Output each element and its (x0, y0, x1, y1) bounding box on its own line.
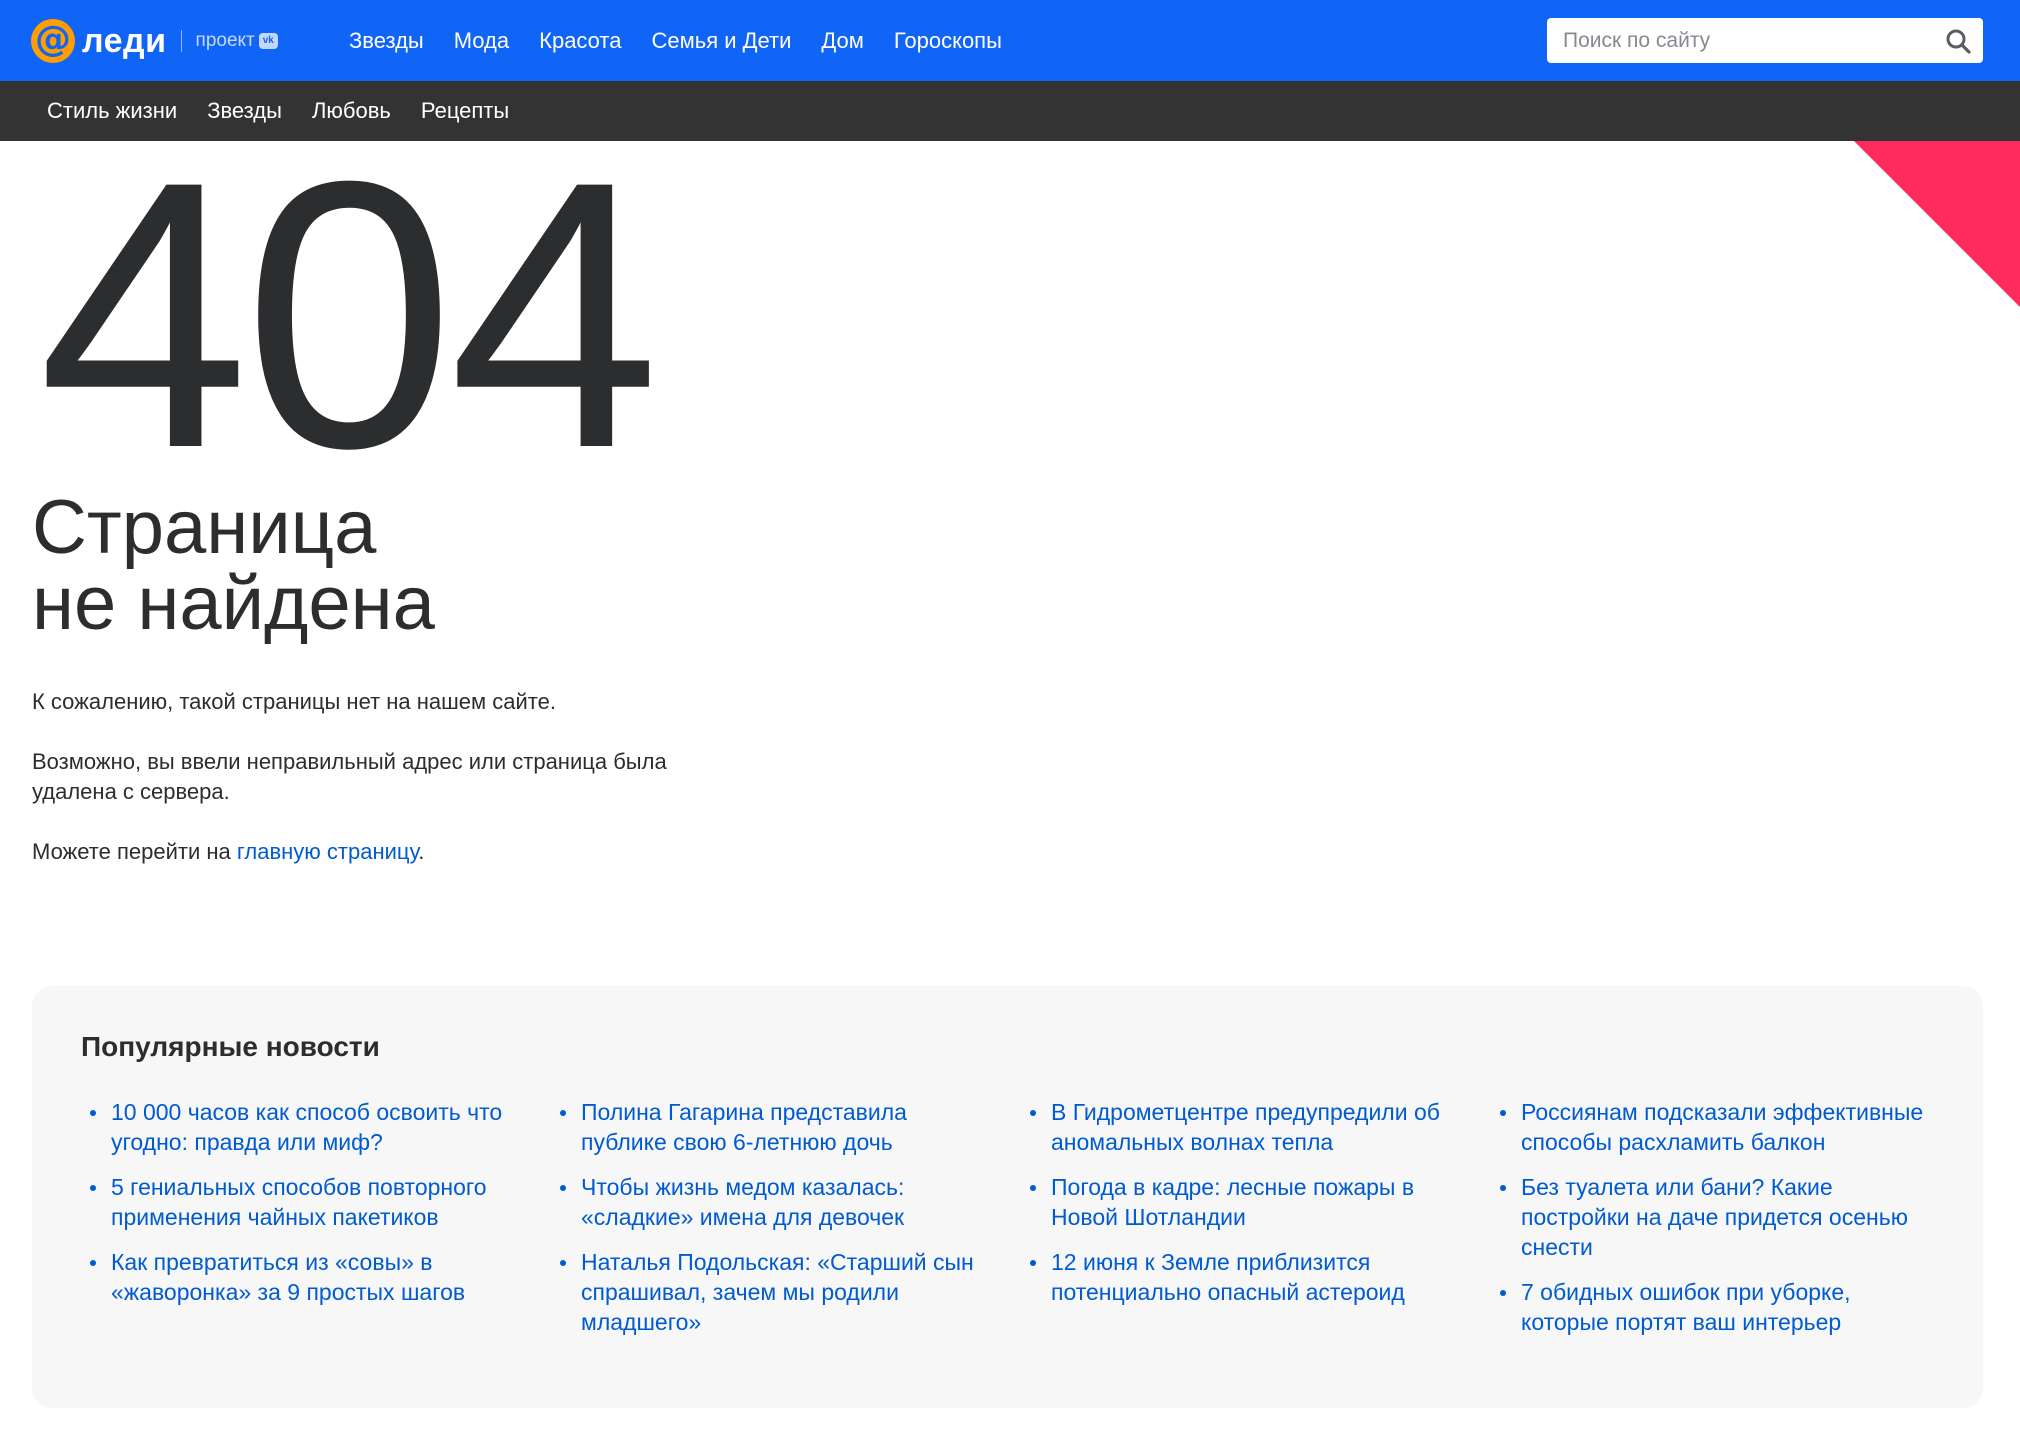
home-suggestion-prefix: Можете перейти на (32, 839, 237, 864)
news-link[interactable]: Погода в кадре: лесные пожары в Новой Шо… (1051, 1174, 1414, 1230)
reason-text-line2: удалена с сервера. (32, 779, 230, 804)
nav-item-fashion[interactable]: Мода (454, 24, 509, 58)
news-column-3: В Гидрометцентре предупредили об аномаль… (1021, 1097, 1491, 1352)
news-link[interactable]: Без туалета или бани? Какие постройки на… (1521, 1174, 1908, 1260)
nav-item-beauty[interactable]: Красота (539, 24, 621, 58)
news-item: 7 обидных ошибок при уборке, которые пор… (1491, 1277, 1931, 1337)
news-link[interactable]: 7 обидных ошибок при уборке, которые пор… (1521, 1279, 1851, 1335)
at-logo-icon: @ (31, 19, 75, 63)
news-item: В Гидрометцентре предупредили об аномаль… (1021, 1097, 1461, 1157)
popular-news-heading: Популярные новости (81, 1031, 380, 1062)
logo-text: леди (82, 21, 167, 60)
news-item: Полина Гагарина представила публике свою… (551, 1097, 991, 1157)
news-column-4: Россиянам подсказали эффективные способы… (1491, 1097, 1961, 1352)
search-box (1547, 18, 1983, 63)
sorry-text: К сожалению, такой страницы нет на нашем… (32, 689, 556, 714)
home-page-link[interactable]: главную страницу (237, 839, 418, 864)
nav-item-home[interactable]: Дом (821, 24, 864, 58)
vk-logo-icon: vk (258, 33, 278, 49)
site-logo[interactable]: @ леди проект vk (31, 18, 278, 64)
news-link[interactable]: 10 000 часов как способ освоить что угод… (111, 1099, 502, 1155)
news-link[interactable]: Как превратиться из «совы» в «жаворонка»… (111, 1249, 465, 1305)
popular-news-columns: 10 000 часов как способ освоить что угод… (81, 1097, 1961, 1352)
news-link[interactable]: Чтобы жизнь медом казалась: «сладкие» им… (581, 1174, 904, 1230)
nav-item-horoscopes[interactable]: Гороскопы (894, 24, 1002, 58)
popular-news: Популярные новости 10 000 часов как спос… (32, 986, 1983, 1408)
news-item: Россиянам подсказали эффективные способы… (1491, 1097, 1931, 1157)
decorative-corner-shape (1854, 141, 2020, 307)
news-item: Погода в кадре: лесные пожары в Новой Шо… (1021, 1172, 1461, 1232)
nav-item-stars[interactable]: Звезды (349, 24, 424, 58)
top-header: @ леди проект vk Звезды Мода Красота Сем… (0, 0, 2020, 81)
news-item: Без туалета или бани? Какие постройки на… (1491, 1172, 1931, 1262)
news-link[interactable]: 5 гениальных способов повторного примене… (111, 1174, 487, 1230)
news-link[interactable]: Наталья Подольская: «Старший сын спрашив… (581, 1249, 974, 1335)
home-suggestion: Можете перейти на главную страницу. (32, 837, 752, 867)
news-item: Наталья Подольская: «Старший сын спрашив… (551, 1247, 991, 1337)
error-description: К сожалению, такой страницы нет на нашем… (32, 687, 752, 897)
nav-item-family[interactable]: Семья и Дети (652, 24, 792, 58)
reason-text: Возможно, вы ввели неправильный адрес ил… (32, 747, 752, 807)
project-label: проект (195, 30, 255, 51)
page-title-line2: не найдена (32, 561, 435, 646)
news-item: 10 000 часов как способ освоить что угод… (81, 1097, 521, 1157)
news-column-1: 10 000 часов как способ освоить что угод… (81, 1097, 551, 1352)
logo-divider (180, 30, 182, 52)
search-input[interactable] (1547, 18, 1927, 63)
page-title: Страница не найдена (32, 490, 732, 642)
error-code: 404 (38, 102, 660, 527)
main-nav: Звезды Мода Красота Семья и Дети Дом Гор… (349, 24, 1032, 58)
news-link[interactable]: Полина Гагарина представила публике свою… (581, 1099, 907, 1155)
reason-text-line1: Возможно, вы ввели неправильный адрес ил… (32, 749, 667, 774)
news-link[interactable]: В Гидрометцентре предупредили об аномаль… (1051, 1099, 1440, 1155)
news-item: 12 июня к Земле приблизится потенциально… (1021, 1247, 1461, 1307)
home-suggestion-suffix: . (418, 839, 425, 864)
news-item: 5 гениальных способов повторного примене… (81, 1172, 521, 1232)
news-link[interactable]: 12 июня к Земле приблизится потенциально… (1051, 1249, 1405, 1305)
news-item: Чтобы жизнь медом казалась: «сладкие» им… (551, 1172, 991, 1232)
news-link[interactable]: Россиянам подсказали эффективные способы… (1521, 1099, 1923, 1155)
page-title-line1: Страница (32, 485, 377, 570)
news-column-2: Полина Гагарина представила публике свою… (551, 1097, 1021, 1352)
search-icon[interactable] (1945, 28, 1971, 54)
news-item: Как превратиться из «совы» в «жаворонка»… (81, 1247, 521, 1307)
